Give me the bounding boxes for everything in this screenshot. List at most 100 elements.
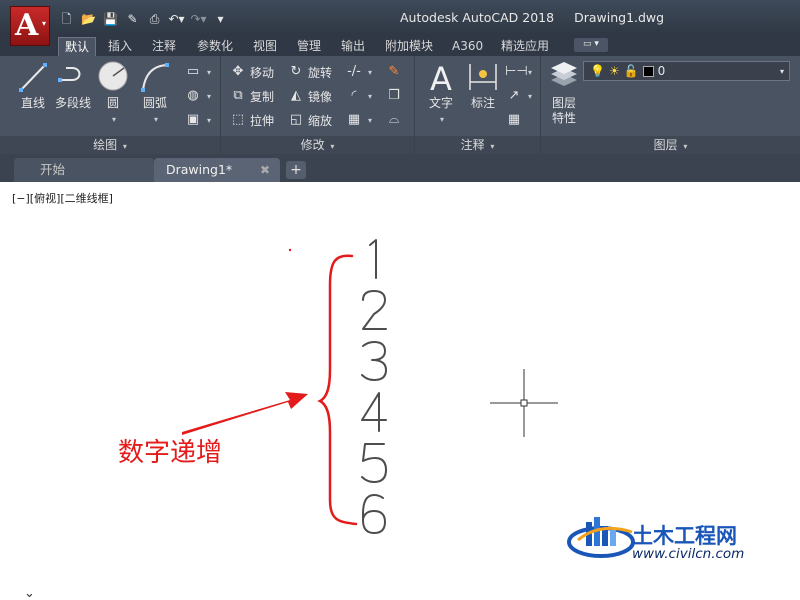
layer-dropdown[interactable]: 💡 ☀ 🔓 0 ▾: [583, 61, 790, 81]
new-tab-button[interactable]: +: [286, 161, 306, 179]
modify-panel-expand-icon: ▾: [330, 142, 335, 151]
tab-addins[interactable]: 附加模块: [385, 37, 433, 56]
annotation-panel-title[interactable]: 注释 ▾: [415, 136, 540, 154]
offset-tool-button[interactable]: ⌓: [385, 110, 406, 130]
number-3[interactable]: [361, 341, 387, 381]
arc-tool-button[interactable]: 圆弧 ▾: [130, 60, 180, 125]
number-6[interactable]: [362, 494, 386, 534]
start-tab[interactable]: 开始: [14, 158, 154, 182]
modify-panel-title[interactable]: 修改 ▾: [221, 136, 414, 154]
fillet-dropdown-icon[interactable]: ▾: [368, 92, 372, 101]
stretch-tool-button[interactable]: ⬚ 拉伸: [229, 110, 274, 130]
start-tab-label: 开始: [40, 162, 66, 177]
explode-icon: ❒: [388, 88, 400, 103]
drawing-tab[interactable]: Drawing1* ✖: [154, 158, 280, 182]
rotate-tool-button[interactable]: ↻ 旋转: [287, 62, 332, 82]
copy-tool-button[interactable]: ⧉ 复制: [229, 86, 274, 106]
hatch-dropdown-icon[interactable]: ▾: [207, 92, 211, 101]
close-tab-icon[interactable]: ✖: [260, 158, 270, 182]
rectangle-dropdown-icon[interactable]: ▾: [207, 68, 211, 77]
mirror-tool-label: 镜像: [308, 89, 333, 104]
boundary-icon: ▣: [186, 112, 200, 127]
tab-manage[interactable]: 管理: [297, 37, 321, 56]
trim-icon: -/-: [347, 64, 361, 79]
leader-icon: ↗: [508, 88, 520, 103]
scale-tool-button[interactable]: ◱ 缩放: [287, 110, 332, 130]
linear-dim-button[interactable]: ⊢⊣ ▾: [505, 62, 532, 82]
layer-unlock-icon: 🔓: [623, 64, 639, 78]
number-2[interactable]: [362, 290, 387, 330]
application-menu-button[interactable]: A ▾: [10, 6, 50, 46]
offset-icon: ⌓: [388, 112, 400, 127]
table-icon: ▦: [507, 112, 521, 127]
modify-panel: ✥ 移动 ↻ 旋转 ⧉ 复制 ◭ 镜像 ⬚ 拉伸 ◱ 缩放 -/- ▾ ◜ ▾ ▦ ▾ ✎ ❒ ⌓…: [221, 56, 415, 154]
rotate-icon: ↻: [290, 64, 302, 79]
new-file-icon[interactable]: 🗋: [58, 12, 75, 27]
text-tool-button[interactable]: A 文字 ▾: [417, 60, 465, 125]
linear-dim-dropdown-icon[interactable]: ▾: [528, 68, 532, 77]
annotation-panel-expand-icon: ▾: [490, 142, 495, 151]
stretch-icon: ⬚: [231, 112, 245, 127]
text-dropdown-icon[interactable]: ▾: [440, 115, 444, 124]
svg-text:A: A: [430, 60, 452, 94]
mirror-icon: ◭: [291, 88, 301, 103]
print-icon[interactable]: ⎙: [146, 12, 163, 27]
scale-icon: ◱: [289, 112, 303, 127]
tab-default[interactable]: 默认: [58, 37, 97, 56]
array-tool-button[interactable]: ▦ ▾: [345, 110, 372, 130]
number-4[interactable]: [361, 392, 387, 432]
leader-dropdown-icon[interactable]: ▾: [528, 92, 532, 101]
drawing-tab-label: Drawing1*: [166, 162, 233, 177]
draw-panel-title[interactable]: 绘图 ▾: [0, 136, 220, 154]
tab-view[interactable]: 视图: [253, 37, 277, 56]
save-as-icon[interactable]: ✎: [124, 12, 141, 27]
linear-dimension-icon: ⊢⊣: [505, 64, 528, 79]
table-button[interactable]: ▦: [505, 110, 526, 130]
number-1[interactable]: [369, 239, 377, 279]
move-tool-button[interactable]: ✥ 移动: [229, 62, 274, 82]
fillet-tool-button[interactable]: ◜ ▾: [345, 86, 372, 106]
arc-dropdown-icon[interactable]: ▾: [154, 115, 158, 124]
save-icon[interactable]: 💾: [102, 12, 119, 27]
number-5[interactable]: [361, 443, 387, 483]
mirror-tool-button[interactable]: ◭ 镜像: [287, 86, 332, 106]
copy-tool-label: 复制: [250, 89, 275, 104]
stretch-tool-label: 拉伸: [250, 113, 275, 128]
circle-icon: [98, 61, 128, 91]
rectangle-tool-button[interactable]: ▭ ▾: [184, 62, 211, 82]
autocad-logo-letter: A: [15, 8, 39, 43]
open-file-icon[interactable]: 📂: [80, 12, 97, 27]
layers-panel-title-text: 图层: [653, 138, 678, 152]
circle-dropdown-icon[interactable]: ▾: [112, 115, 116, 124]
qat-dropdown-icon[interactable]: ▾: [212, 12, 229, 27]
hatch-tool-button[interactable]: ◍ ▾: [184, 86, 211, 106]
boundary-tool-button[interactable]: ▣ ▾: [184, 110, 211, 130]
boundary-dropdown-icon[interactable]: ▾: [207, 116, 211, 125]
ribbon-minimize-toggle[interactable]: ▭ ▾: [574, 38, 608, 52]
app-menu-caret-icon: ▾: [41, 18, 46, 28]
arc-tool-label: 圆弧: [142, 96, 167, 110]
tab-output[interactable]: 输出: [341, 37, 365, 56]
tab-featured-apps[interactable]: 精选应用: [501, 37, 549, 56]
tab-parametric[interactable]: 参数化: [197, 37, 233, 56]
fillet-icon: ◜: [351, 88, 357, 103]
rectangle-icon: ▭: [186, 64, 200, 79]
tab-annotate[interactable]: 注释: [152, 37, 176, 56]
explode-tool-button[interactable]: ❒: [385, 86, 406, 106]
layers-panel-title[interactable]: 图层 ▾: [541, 136, 800, 154]
tab-a360[interactable]: A360: [452, 37, 483, 56]
erase-tool-button[interactable]: ✎: [385, 62, 406, 82]
civilcn-logo-icon: [567, 517, 635, 558]
undo-icon[interactable]: ↶▾: [168, 12, 185, 27]
redo-icon[interactable]: ↷▾: [190, 12, 207, 27]
layer-properties-button[interactable]: 图层 特性: [543, 60, 585, 126]
scale-tool-label: 缩放: [308, 113, 333, 128]
file-tab-bar: 开始 Drawing1* ✖ +: [0, 154, 800, 182]
leader-button[interactable]: ↗ ▾: [505, 86, 532, 106]
command-line-expand-icon[interactable]: ⌄: [24, 586, 35, 600]
trim-dropdown-icon[interactable]: ▾: [368, 68, 372, 77]
dimension-tool-button[interactable]: 标注: [459, 60, 507, 111]
array-dropdown-icon[interactable]: ▾: [368, 116, 372, 125]
tab-insert[interactable]: 插入: [108, 37, 132, 56]
trim-tool-button[interactable]: -/- ▾: [345, 62, 372, 82]
